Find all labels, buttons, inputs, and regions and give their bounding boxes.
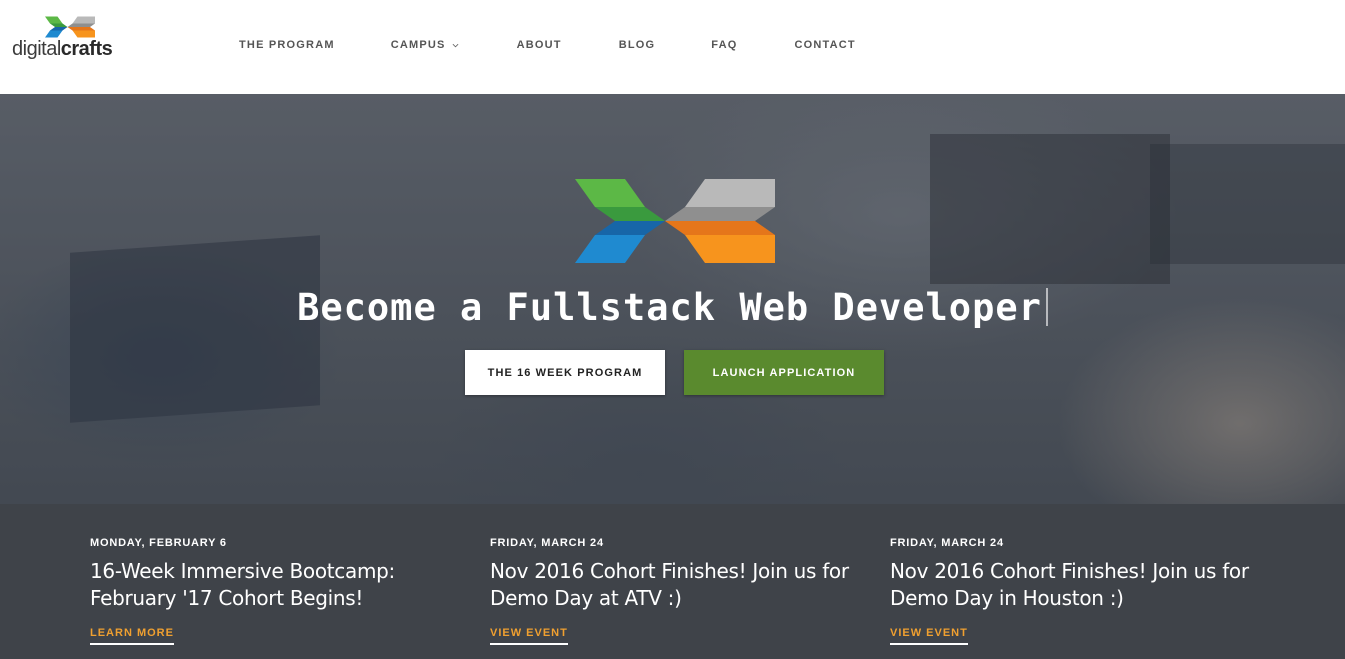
event-card: FRIDAY, MARCH 24 Nov 2016 Cohort Finishe… — [490, 536, 870, 645]
event-date: MONDAY, FEBRUARY 6 — [90, 537, 227, 549]
hero-title: Become a Fullstack Web Developer — [0, 286, 1345, 330]
view-event-link[interactable]: VIEW EVENT — [890, 626, 968, 645]
event-card: MONDAY, FEBRUARY 6 16-Week Immersive Boo… — [90, 536, 470, 645]
brand-name-light: digital — [12, 38, 61, 60]
nav-item-label: BLOG — [618, 39, 656, 51]
event-title: Nov 2016 Cohort Finishes! Join us for De… — [490, 559, 849, 610]
view-event-link[interactable]: VIEW EVENT — [490, 626, 568, 645]
events-strip: MONDAY, FEBRUARY 6 16-Week Immersive Boo… — [0, 504, 1345, 659]
learn-more-link[interactable]: LEARN MORE — [90, 626, 174, 645]
nav-item-about[interactable]: ABOUT — [517, 38, 562, 52]
nav-item-the-program[interactable]: THE PROGRAM — [239, 38, 335, 52]
brand-name-bold: crafts — [60, 38, 113, 60]
brand-logo-link[interactable]: digitalcrafts — [12, 14, 127, 64]
nav-item-faq[interactable]: FAQ — [711, 38, 737, 52]
the-program-button[interactable]: THE 16 WEEK PROGRAM — [465, 350, 665, 395]
event-title: Nov 2016 Cohort Finishes! Join us for De… — [890, 559, 1249, 610]
launch-application-button[interactable]: LAUNCH APPLICATION — [684, 350, 884, 395]
event-date: FRIDAY, MARCH 24 — [490, 537, 604, 549]
nav-item-label: THE PROGRAM — [239, 39, 335, 51]
typing-caret — [1045, 288, 1048, 326]
event-title: 16-Week Immersive Bootcamp: February '17… — [90, 559, 395, 610]
nav-item-campus[interactable]: CAMPUS — [391, 38, 459, 52]
nav-item-blog[interactable]: BLOG — [619, 38, 656, 52]
event-card: FRIDAY, MARCH 24 Nov 2016 Cohort Finishe… — [890, 536, 1270, 645]
brand-wordmark: digitalcrafts — [12, 37, 113, 61]
nav-item-label: FAQ — [711, 39, 738, 51]
digitalcrafts-logo-mark-icon — [575, 179, 775, 263]
main-nav: THE PROGRAM CAMPUS ABOUT BLOG FAQ CONTAC… — [239, 38, 856, 52]
nav-item-contact[interactable]: CONTACT — [794, 38, 855, 52]
hero-title-text: Become a Fullstack Web Developer — [297, 286, 1042, 329]
chevron-down-icon — [452, 43, 459, 47]
hero-section: Become a Fullstack Web Developer THE 16 … — [0, 94, 1345, 504]
nav-item-label: CONTACT — [794, 39, 856, 51]
site-header: digitalcrafts THE PROGRAM CAMPUS ABOUT B… — [0, 0, 1345, 94]
nav-item-label: ABOUT — [516, 39, 562, 51]
event-date: FRIDAY, MARCH 24 — [890, 537, 1004, 549]
nav-item-label: CAMPUS — [390, 39, 446, 51]
digitalcrafts-logo-mark-icon — [45, 16, 95, 38]
